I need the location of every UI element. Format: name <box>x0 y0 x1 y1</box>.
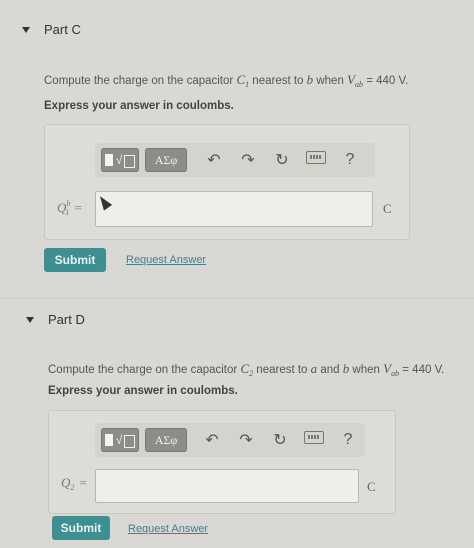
part-d-prompt: Compute the charge on the capacitor C2 n… <box>48 361 445 378</box>
part-c-answer-label: Qb1 = <box>57 199 82 217</box>
part-c-math-toolbar: √ ΑΣφ ↶ ↷ ↻ ? <box>95 143 375 177</box>
collapse-triangle-icon[interactable] <box>26 316 34 323</box>
part-c-submit-button[interactable]: Submit <box>44 248 106 272</box>
part-d-submit-button[interactable]: Submit <box>52 516 110 540</box>
part-d-answer-label: Q2 = <box>61 475 87 492</box>
part-d-answer-box: √ ΑΣφ ↶ ↷ ↻ ? Q2 = C <box>48 410 396 514</box>
templates-button[interactable]: √ <box>101 148 139 172</box>
section-divider <box>0 298 474 299</box>
part-d-header[interactable]: Part D <box>26 312 85 327</box>
part-c-answer-box: √ ΑΣφ ↶ ↷ ↻ ? Qb1 = C <box>44 124 410 240</box>
undo-icon[interactable]: ↶ <box>197 150 231 170</box>
reset-icon[interactable]: ↻ <box>265 150 299 170</box>
part-c-request-answer-link[interactable]: Request Answer <box>126 254 206 266</box>
part-d-title: Part D <box>48 312 85 327</box>
part-d-request-answer-link[interactable]: Request Answer <box>128 523 208 535</box>
sqrt-icon: √ <box>115 153 123 167</box>
redo-icon[interactable]: ↷ <box>231 150 265 170</box>
greek-symbols-button[interactable]: ΑΣφ <box>145 428 187 452</box>
collapse-triangle-icon[interactable] <box>22 26 30 33</box>
help-icon[interactable]: ? <box>331 431 365 449</box>
part-c-prompt: Compute the charge on the capacitor C1 n… <box>44 72 409 89</box>
templates-button[interactable]: √ <box>101 428 139 452</box>
greek-symbols-button[interactable]: ΑΣφ <box>145 148 187 172</box>
part-d-unit: C <box>367 479 376 494</box>
part-c-answer-input[interactable] <box>95 191 373 227</box>
help-icon[interactable]: ? <box>333 151 367 169</box>
part-d-math-toolbar: √ ΑΣφ ↶ ↷ ↻ ? <box>95 423 365 457</box>
template-block-icon <box>104 434 113 446</box>
part-c-title: Part C <box>44 22 81 37</box>
box-icon <box>124 154 136 168</box>
part-d-answer-input[interactable] <box>95 469 359 503</box>
part-c-header[interactable]: Part C <box>22 22 81 37</box>
sqrt-icon: √ <box>115 433 123 447</box>
keyboard-icon[interactable] <box>299 151 333 169</box>
undo-icon[interactable]: ↶ <box>195 430 229 450</box>
part-c-unit: C <box>383 201 392 216</box>
part-d-instruction: Express your answer in coulombs. <box>48 385 238 397</box>
template-block-icon <box>104 154 113 166</box>
part-c-instruction: Express your answer in coulombs. <box>44 100 234 112</box>
keyboard-icon[interactable] <box>297 431 331 449</box>
box-icon <box>124 434 136 448</box>
reset-icon[interactable]: ↻ <box>263 430 297 450</box>
redo-icon[interactable]: ↷ <box>229 430 263 450</box>
